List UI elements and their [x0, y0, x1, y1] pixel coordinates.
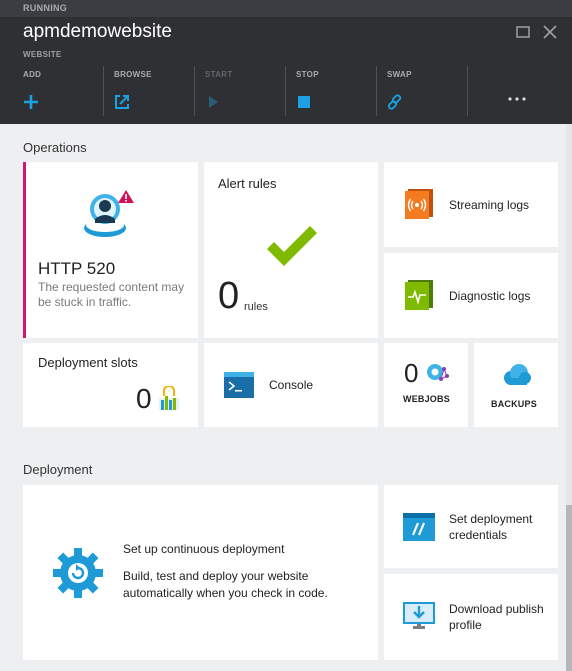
status-strip: RUNNING: [0, 0, 572, 17]
close-icon[interactable]: [542, 24, 560, 42]
add-label: ADD: [23, 70, 42, 79]
browse-label: BROWSE: [114, 70, 152, 79]
alert-rules-count: 0: [218, 275, 240, 317]
webjobs-count: 0: [404, 358, 419, 388]
app-insights-avatar-icon: [81, 187, 147, 243]
continuous-deployment-tile[interactable]: Set up continuous deployment Build, test…: [23, 485, 378, 660]
blade-subtitle: WEBSITE: [23, 50, 62, 59]
console-icon: [224, 372, 254, 398]
webjobs-tile[interactable]: 0 WEBJOBS: [384, 343, 468, 427]
continuous-deployment-description: Build, test and deploy your website auto…: [123, 569, 328, 600]
streaming-logs-icon: [405, 189, 433, 219]
streaming-logs-tile[interactable]: Streaming logs: [384, 162, 558, 247]
cloud-icon: [501, 363, 531, 387]
command-divider: [467, 66, 468, 116]
command-divider: [103, 66, 104, 116]
start-button[interactable]: START: [205, 66, 295, 116]
swap-button[interactable]: SWAP: [387, 66, 477, 116]
stop-button[interactable]: STOP: [296, 66, 386, 116]
console-tile[interactable]: Console: [204, 343, 378, 427]
stop-label: STOP: [296, 70, 319, 79]
deployment-credentials-label: Set deployment credentials: [449, 512, 533, 542]
gear-icon: [52, 547, 104, 599]
add-button[interactable]: ADD: [23, 66, 113, 116]
ellipsis-icon: [508, 96, 526, 112]
browse-button[interactable]: BROWSE: [114, 66, 204, 116]
start-label: START: [205, 70, 233, 79]
plus-icon: [23, 94, 39, 110]
publish-profile-tile[interactable]: Download publish profile: [384, 574, 558, 660]
http-status-title: HTTP 520: [38, 259, 116, 278]
deployment-credentials-tile[interactable]: Set deployment credentials: [384, 485, 558, 568]
play-icon: [205, 94, 221, 110]
webjobs-label: WEBJOBS: [403, 394, 450, 404]
alert-rules-title: Alert rules: [218, 176, 277, 191]
swap-label: SWAP: [387, 70, 412, 79]
webjobs-icon: [426, 362, 450, 384]
checkmark-icon: [264, 224, 318, 270]
console-label: Console: [269, 378, 314, 392]
alert-rules-tile[interactable]: Alert rules 0 rules: [204, 162, 378, 338]
download-icon: [403, 600, 435, 632]
deployment-slots-icon: [158, 386, 180, 410]
streaming-logs-label: Streaming logs: [449, 198, 530, 212]
more-button[interactable]: [508, 66, 528, 116]
browse-icon: [114, 94, 130, 110]
continuous-deployment-title: Set up continuous deployment: [123, 542, 285, 556]
blade-title: apmdemowebsite: [23, 21, 172, 42]
blade-header: RUNNING apmdemowebsite WEBSITE ADD BROWS…: [0, 0, 572, 124]
alert-rules-unit: rules: [244, 301, 268, 313]
diagnostic-logs-tile[interactable]: Diagnostic logs: [384, 253, 558, 338]
deployment-slots-count: 0: [136, 383, 152, 414]
backups-tile[interactable]: BACKUPS: [474, 343, 558, 427]
command-divider: [194, 66, 195, 116]
status-text: RUNNING: [23, 3, 68, 13]
maximize-icon[interactable]: [515, 24, 533, 42]
publish-profile-label: Download publish profile: [449, 602, 544, 632]
tile-accent-bar: [23, 162, 26, 338]
operations-heading: Operations: [23, 140, 87, 155]
http-status-tile[interactable]: HTTP 520 The requested content may be st…: [23, 162, 198, 338]
deployment-heading: Deployment: [23, 462, 93, 477]
command-divider: [376, 66, 377, 116]
deployment-slots-tile[interactable]: Deployment slots 0: [23, 343, 198, 427]
credentials-icon: [403, 513, 435, 541]
scrollbar-thumb[interactable]: [566, 505, 572, 671]
backups-label: BACKUPS: [491, 399, 537, 409]
stop-icon: [296, 94, 312, 110]
http-status-description: The requested content may be stuck in tr…: [38, 280, 185, 309]
command-divider: [285, 66, 286, 116]
deployment-slots-title: Deployment slots: [38, 355, 138, 370]
diagnostic-logs-icon: [405, 280, 433, 310]
swap-icon: [387, 94, 403, 110]
diagnostic-logs-label: Diagnostic logs: [449, 289, 531, 303]
